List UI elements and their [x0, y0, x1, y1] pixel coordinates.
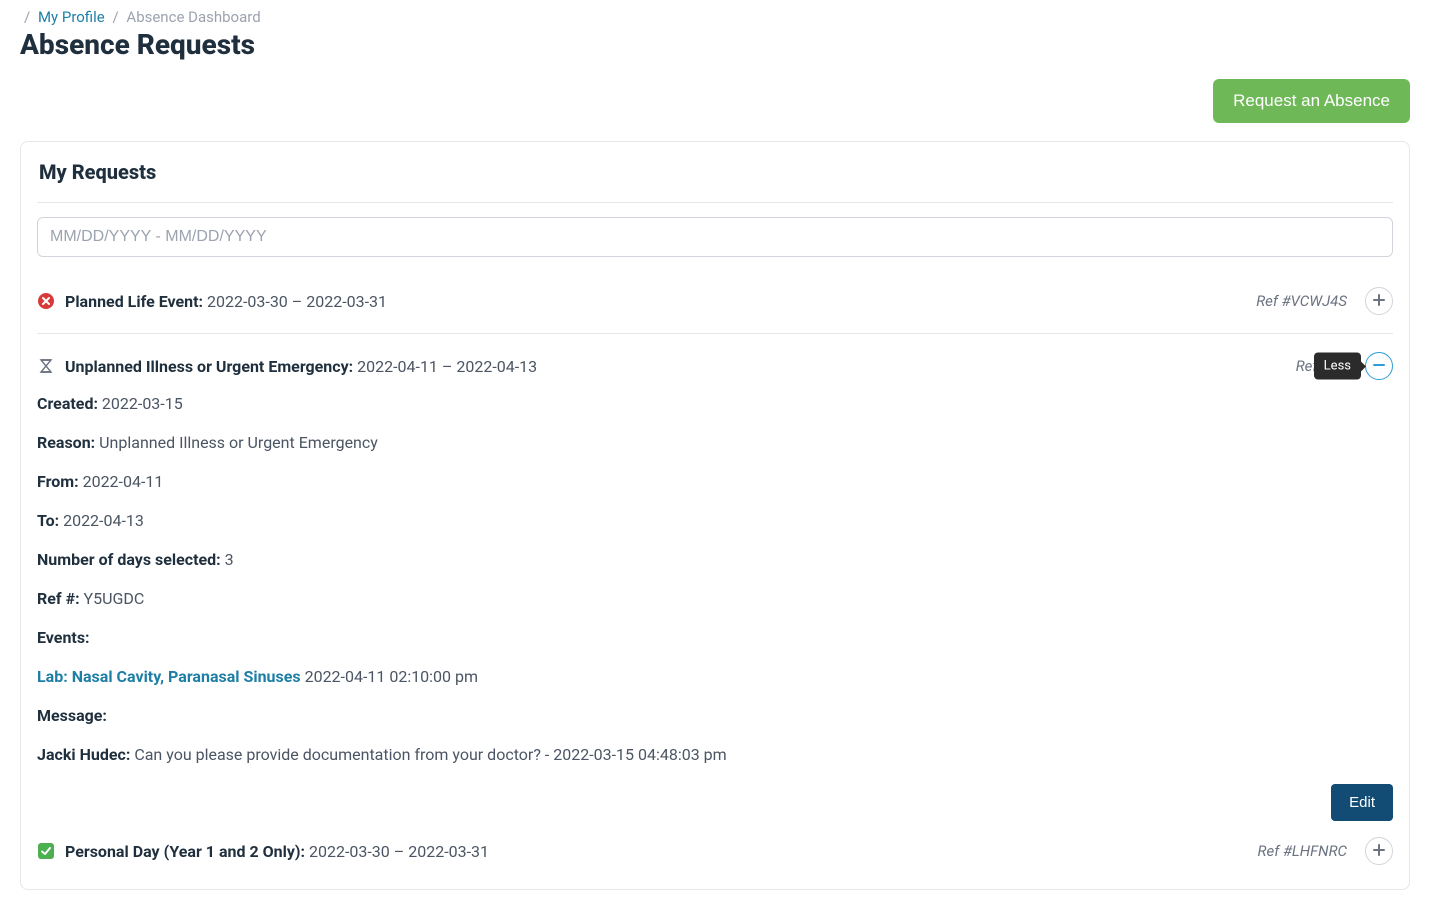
- edit-button[interactable]: Edit: [1331, 784, 1393, 821]
- detail-value-days: 3: [225, 550, 234, 569]
- request-details: Created: 2022-03-15 Reason: Unplanned Il…: [37, 388, 1393, 829]
- request-absence-button[interactable]: Request an Absence: [1213, 79, 1410, 123]
- status-pending-icon: [37, 357, 55, 375]
- page-title: Absence Requests: [20, 28, 1410, 61]
- detail-label-reason: Reason:: [37, 433, 95, 452]
- request-type-label: Personal Day (Year 1 and 2 Only):: [65, 842, 305, 861]
- detail-value-created: 2022-03-15: [102, 394, 183, 413]
- expand-button[interactable]: [1365, 287, 1393, 315]
- request-date-range: 2022-04-11 – 2022-04-13: [357, 357, 537, 376]
- detail-value-reason: Unplanned Illness or Urgent Emergency: [99, 433, 378, 452]
- event-link[interactable]: Lab: Nasal Cavity, Paranasal Sinuses: [37, 667, 301, 686]
- breadcrumb: / My Profile / Absence Dashboard: [20, 8, 1410, 26]
- breadcrumb-separator: /: [24, 8, 30, 26]
- request-summary: Personal Day (Year 1 and 2 Only): 2022-0…: [65, 842, 1248, 861]
- detail-value-to: 2022-04-13: [63, 511, 144, 530]
- message-author: Jacki Hudec:: [37, 745, 130, 764]
- collapse-tooltip: Less: [1314, 353, 1361, 380]
- status-approved-icon: [37, 842, 55, 860]
- plus-icon: [1373, 294, 1385, 309]
- request-type-label: Unplanned Illness or Urgent Emergency:: [65, 357, 353, 376]
- request-row: Unplanned Illness or Urgent Emergency: 2…: [37, 344, 1393, 388]
- expand-button[interactable]: [1365, 837, 1393, 865]
- detail-value-ref: Y5UGDC: [84, 589, 145, 608]
- message-text: Can you please provide documentation fro…: [134, 745, 726, 764]
- request-summary: Planned Life Event: 2022-03-30 – 2022-03…: [65, 292, 1246, 311]
- plus-icon: [1373, 844, 1385, 859]
- detail-label-message: Message:: [37, 706, 107, 725]
- breadcrumb-separator: /: [112, 8, 118, 26]
- request-summary: Unplanned Illness or Urgent Emergency: 2…: [65, 357, 1286, 376]
- request-ref: Ref #VCWJ4S: [1256, 292, 1347, 310]
- detail-label-to: To:: [37, 511, 59, 530]
- divider: [37, 333, 1393, 334]
- detail-label-events: Events:: [37, 628, 90, 647]
- request-type-label: Planned Life Event:: [65, 292, 203, 311]
- detail-label-created: Created:: [37, 394, 98, 413]
- request-date-range: 2022-03-30 – 2022-03-31: [309, 842, 489, 861]
- detail-label-days: Number of days selected:: [37, 550, 221, 569]
- detail-label-from: From:: [37, 472, 79, 491]
- divider: [37, 202, 1393, 203]
- breadcrumb-current: Absence Dashboard: [126, 8, 260, 26]
- request-date-range: 2022-03-30 – 2022-03-31: [207, 292, 387, 311]
- collapse-button[interactable]: [1365, 352, 1393, 380]
- detail-label-ref: Ref #:: [37, 589, 80, 608]
- request-ref: Ref #LHFNRC: [1258, 842, 1347, 860]
- detail-value-from: 2022-04-11: [83, 472, 164, 491]
- date-range-filter-input[interactable]: [37, 217, 1393, 257]
- minus-icon: [1373, 359, 1385, 374]
- breadcrumb-link-my-profile[interactable]: My Profile: [38, 8, 105, 26]
- request-row: Planned Life Event: 2022-03-30 – 2022-03…: [37, 279, 1393, 323]
- my-requests-panel: My Requests Planned Life Event: 2022-03-…: [20, 141, 1410, 890]
- panel-title: My Requests: [39, 160, 1393, 184]
- request-row: Personal Day (Year 1 and 2 Only): 2022-0…: [37, 829, 1393, 873]
- status-declined-icon: [37, 292, 55, 310]
- event-time: 2022-04-11 02:10:00 pm: [305, 667, 478, 686]
